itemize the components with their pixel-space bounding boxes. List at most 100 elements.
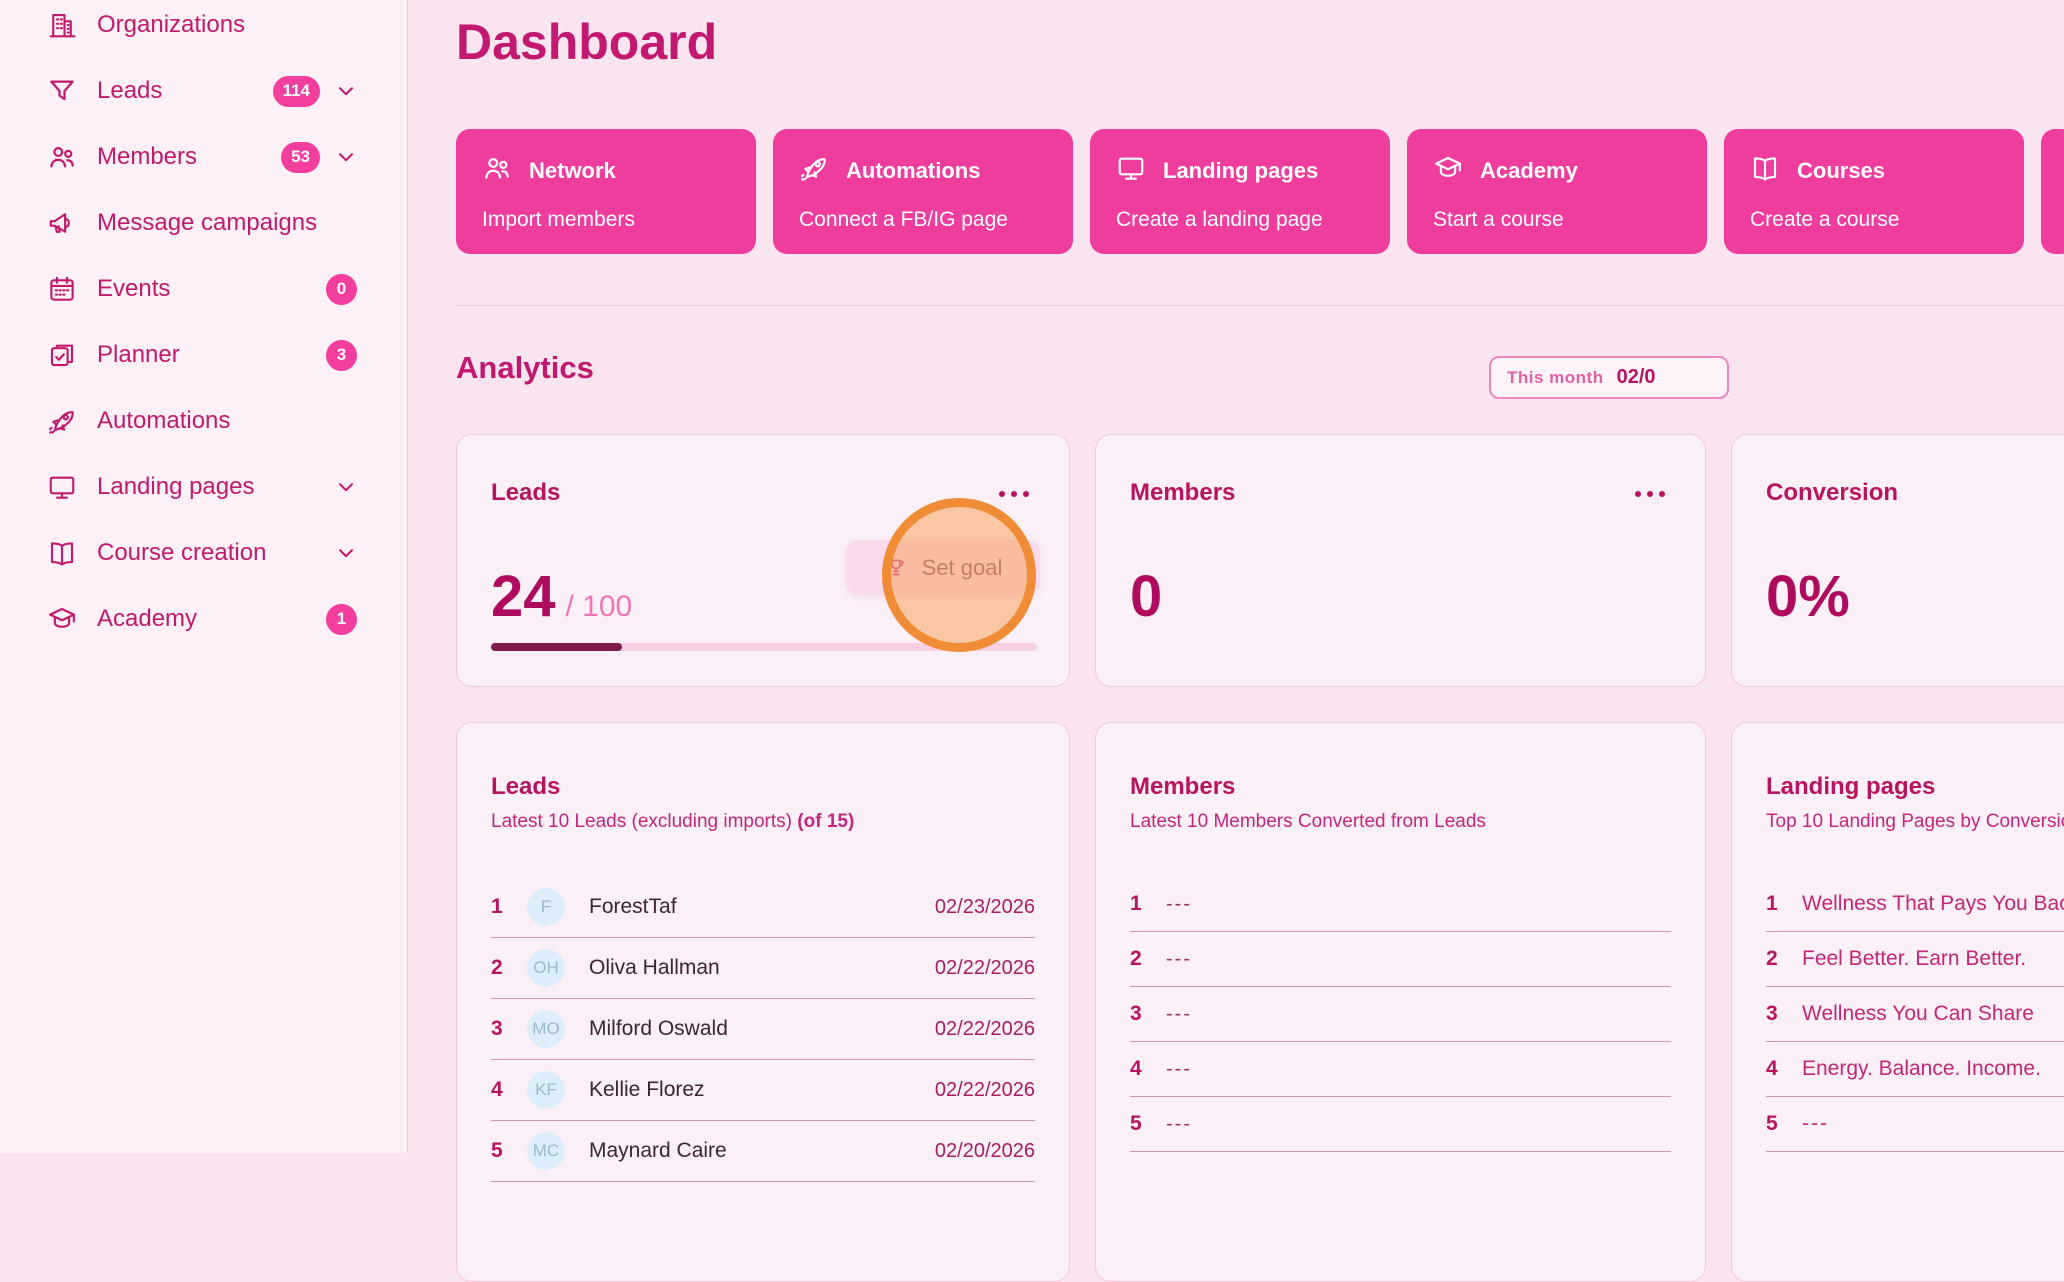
sidebar-item-leads[interactable]: Leads 114 [47,66,357,116]
sidebar-item-label: Planner [97,341,180,369]
lead-date: 02/20/2026 [935,1140,1035,1163]
lead-date: 02/22/2026 [935,1018,1035,1041]
chevron-down-icon[interactable] [335,476,357,498]
landing-page-row[interactable]: 5 --- [1766,1097,2064,1152]
list-title: Landing pages [1766,773,2064,801]
card-title: Members [1130,479,1671,507]
chevron-down-icon[interactable] [335,146,357,168]
member-row[interactable]: 5 --- [1130,1097,1671,1152]
card-title: Leads [491,479,1035,507]
member-placeholder: --- [1166,948,1192,971]
row-rank: 4 [1130,1057,1166,1081]
planner-icon [47,340,77,370]
landing-page-row[interactable]: 1 Wellness That Pays You Back [1766,877,2064,932]
lead-row[interactable]: 2 OH Oliva Hallman 02/22/2026 [491,938,1035,999]
sidebar-item-organizations[interactable]: Organizations [47,0,357,50]
row-rank: 5 [1766,1112,1802,1136]
row-rank: 2 [491,956,527,980]
sidebar-item-label: Members [97,143,197,171]
period-selector[interactable]: This month 02/0 [1489,356,1729,399]
members-list-card: Members Latest 10 Members Converted from… [1095,722,1706,1282]
chevron-down-icon[interactable] [335,542,357,564]
quick-action-network[interactable]: Network Import members [456,129,756,254]
sidebar-item-label: Academy [97,605,197,633]
sidebar-item-label: Leads [97,77,162,105]
building-icon [47,10,77,40]
avatar: F [527,888,565,926]
grad-cap-icon [1433,153,1463,189]
quick-action-title: Automations [846,158,980,184]
quick-action-automations[interactable]: Automations Connect a FB/IG page [773,129,1073,254]
rocket-icon [799,153,829,189]
quick-action-subtitle: Import members [482,208,730,232]
quick-action-title: Academy [1480,158,1578,184]
list-subtitle: Latest 10 Leads (excluding imports) (of … [491,811,1035,833]
row-rank: 4 [1766,1057,1802,1081]
sidebar-item-academy[interactable]: Academy 1 [47,594,357,644]
member-row[interactable]: 2 --- [1130,932,1671,987]
landing-page-name: --- [1802,1112,1829,1136]
sidebar: Organizations Leads 114 Members 53 Messa… [0,0,408,1153]
people-icon [482,153,512,189]
row-rank: 3 [1766,1002,1802,1026]
book-icon [47,538,77,568]
megaphone-icon [47,208,77,238]
quick-action-subtitle: Start a course [1433,208,1681,232]
landing-page-row[interactable]: 3 Wellness You Can Share [1766,987,2064,1042]
set-goal-button[interactable]: Set goal [846,540,1040,595]
member-row[interactable]: 4 --- [1130,1042,1671,1097]
sidebar-item-automations[interactable]: Automations [47,396,357,446]
quick-action-title: Landing pages [1163,158,1318,184]
lead-row[interactable]: 1 F ForestTaf 02/23/2026 [491,877,1035,938]
sidebar-item-label: Events [97,275,170,303]
quick-action-academy[interactable]: Academy Start a course [1407,129,1707,254]
member-row[interactable]: 1 --- [1130,877,1671,932]
sidebar-item-label: Message campaigns [97,209,317,237]
sidebar-item-planner[interactable]: Planner 3 [47,330,357,380]
quick-action-partial[interactable] [2041,129,2064,254]
main-content: Dashboard Network Import members Automat… [409,0,2064,1153]
member-placeholder: --- [1166,893,1192,916]
landing-page-row[interactable]: 2 Feel Better. Earn Better. [1766,932,2064,987]
set-goal-label: Set goal [922,555,1003,581]
sidebar-item-landing-pages[interactable]: Landing pages [47,462,357,512]
sidebar-item-course-creation[interactable]: Course creation [47,528,357,578]
quick-action-title: Network [529,158,616,184]
lists-row: Leads Latest 10 Leads (excluding imports… [456,722,2064,1282]
lead-row[interactable]: 4 KF Kellie Florez 02/22/2026 [491,1060,1035,1121]
list-title: Leads [491,773,1035,801]
landing-page-row[interactable]: 4 Energy. Balance. Income. [1766,1042,2064,1097]
quick-action-landing-pages[interactable]: Landing pages Create a landing page [1090,129,1390,254]
monitor-icon [47,472,77,502]
row-rank: 1 [491,895,527,919]
list-title: Members [1130,773,1671,801]
row-rank: 5 [491,1139,527,1163]
lead-date: 02/22/2026 [935,957,1035,980]
grad-cap-icon [47,604,77,634]
lead-row[interactable]: 5 MC Maynard Caire 02/20/2026 [491,1121,1035,1182]
chevron-down-icon[interactable] [335,80,357,102]
page-title: Dashboard [456,14,2064,70]
landing-page-name: Energy. Balance. Income. [1802,1057,2041,1081]
members-count-badge: 53 [281,142,320,173]
card-menu-button[interactable] [999,491,1029,497]
member-row[interactable]: 3 --- [1130,987,1671,1042]
conversion-value: 0% [1766,563,1850,630]
sidebar-item-label: Landing pages [97,473,254,501]
leads-value: 24 / 100 [491,563,632,630]
row-rank: 2 [1130,947,1166,971]
sidebar-item-message-campaigns[interactable]: Message campaigns [47,198,357,248]
lead-row[interactable]: 3 MO Milford Oswald 02/22/2026 [491,999,1035,1060]
row-rank: 3 [1130,1002,1166,1026]
lead-name: Milford Oswald [589,1017,728,1041]
card-menu-button[interactable] [1635,491,1665,497]
avatar: MC [527,1132,565,1170]
sidebar-item-events[interactable]: Events 0 [47,264,357,314]
leads-progress-bar [491,643,1037,651]
member-placeholder: --- [1166,1058,1192,1081]
sidebar-item-members[interactable]: Members 53 [47,132,357,182]
landing-pages-rows: 1 Wellness That Pays You Back 2 Feel Bet… [1766,877,2064,1152]
quick-action-courses[interactable]: Courses Create a course [1724,129,2024,254]
sidebar-item-label: Automations [97,407,230,435]
landing-pages-list-card: Landing pages Top 10 Landing Pages by Co… [1731,722,2064,1282]
